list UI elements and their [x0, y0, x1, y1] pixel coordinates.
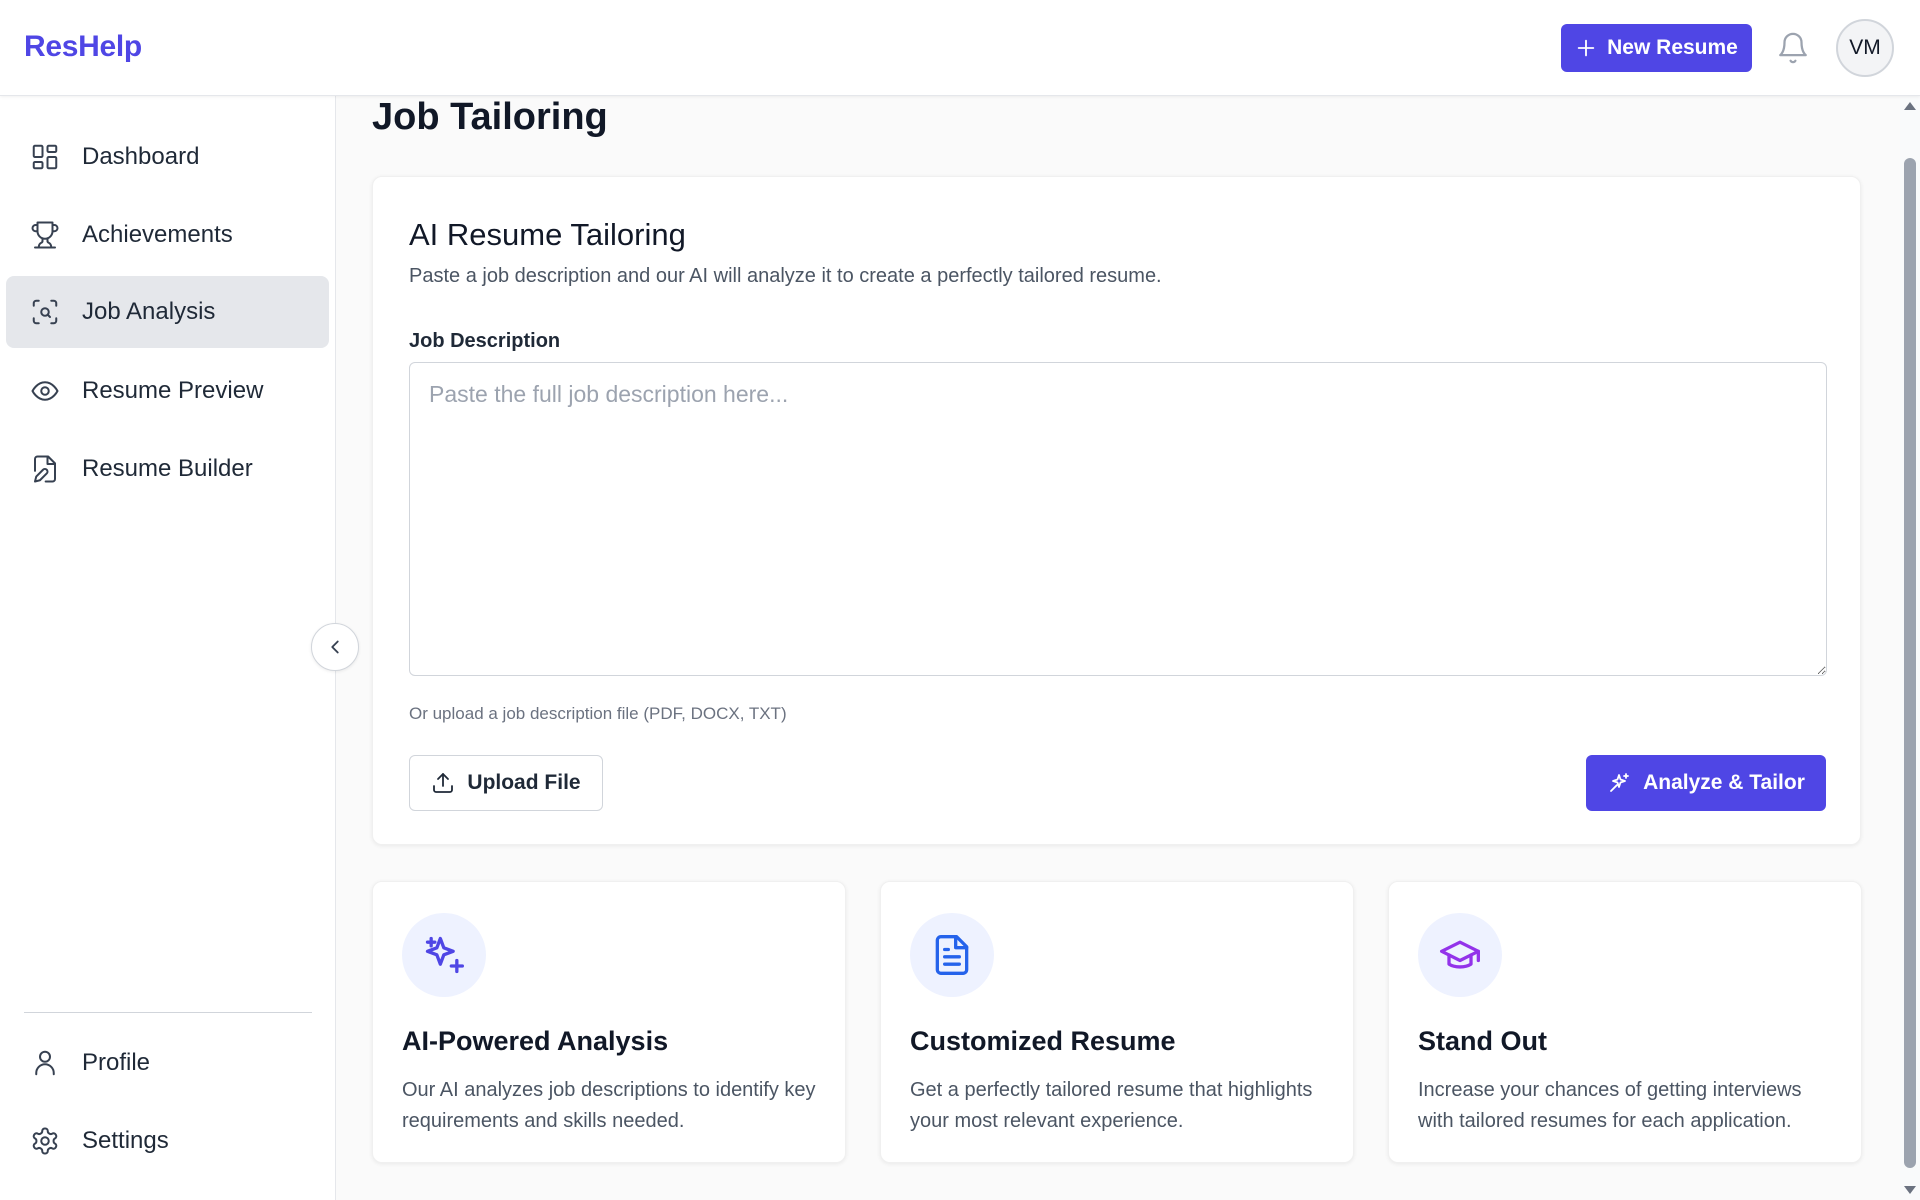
new-resume-label: New Resume: [1607, 36, 1738, 59]
feature-title: AI-Powered Analysis: [402, 1026, 669, 1056]
feature-card-stand-out: Stand Out Increase your chances of getti…: [1388, 881, 1862, 1163]
sparkles-icon: [1610, 773, 1629, 792]
scroll-up-arrow[interactable]: [1904, 102, 1916, 110]
sidebar-item-label: Resume Builder: [82, 455, 253, 482]
page-title: Job Tailoring: [372, 96, 608, 138]
job-description-input[interactable]: [409, 362, 1827, 676]
analyze-tailor-label: Analyze & Tailor: [1643, 771, 1805, 794]
upload-file-button[interactable]: Upload File: [409, 755, 603, 811]
document-icon: [935, 935, 969, 975]
feature-card-customized-resume: Customized Resume Get a perfectly tailor…: [880, 881, 1354, 1163]
sidebar-item-label: Achievements: [82, 221, 233, 248]
feature-description: Our AI analyzes job descriptions to iden…: [402, 1079, 816, 1132]
dashboard-grid-icon: [32, 144, 58, 170]
user-icon: [35, 1050, 55, 1076]
sidebar: Dashboard Achievements Job Analysis Resu…: [0, 96, 336, 1200]
feature-description: Get a perfectly tailored resume that hig…: [910, 1079, 1313, 1132]
top-header: ResHelp New Resume VM: [0, 0, 1920, 96]
feature-title: Stand Out: [1418, 1026, 1547, 1056]
feature-icon-wrap: [910, 913, 994, 997]
sidebar-item-resume-preview[interactable]: Resume Preview: [6, 355, 329, 427]
chevron-left-icon: [331, 640, 339, 654]
file-edit-icon: [34, 455, 56, 483]
feature-description: Increase your chances of getting intervi…: [1418, 1079, 1802, 1132]
eye-icon: [31, 381, 59, 401]
tailoring-card: AI Resume Tailoring Paste a job descript…: [372, 176, 1861, 845]
scan-search-icon: [32, 299, 58, 325]
sidebar-item-achievements[interactable]: Achievements: [6, 199, 329, 271]
sidebar-item-label: Settings: [82, 1127, 169, 1154]
gear-icon: [32, 1127, 58, 1155]
sidebar-divider: [24, 1012, 312, 1013]
feature-title: Customized Resume: [910, 1026, 1176, 1056]
graduation-cap-icon: [1440, 940, 1480, 969]
new-resume-button[interactable]: New Resume: [1561, 24, 1752, 72]
notifications-button[interactable]: [1776, 30, 1810, 66]
analyze-tailor-button[interactable]: Analyze & Tailor: [1586, 755, 1826, 811]
job-description-label: Job Description: [409, 330, 561, 352]
page-scrollbar[interactable]: [1900, 96, 1920, 1200]
card-title: AI Resume Tailoring: [409, 217, 686, 252]
trophy-icon: [31, 221, 59, 249]
sidebar-item-profile[interactable]: Profile: [6, 1027, 329, 1099]
feature-icon-wrap: [1418, 913, 1502, 997]
sidebar-item-settings[interactable]: Settings: [6, 1105, 329, 1177]
sidebar-item-dashboard[interactable]: Dashboard: [6, 121, 329, 193]
upload-hint: Or upload a job description file (PDF, D…: [409, 704, 787, 723]
upload-file-label: Upload File: [467, 771, 581, 794]
sidebar-item-label: Profile: [82, 1049, 151, 1076]
feature-icon-wrap: [402, 913, 486, 997]
user-avatar[interactable]: VM: [1836, 19, 1894, 77]
sidebar-item-job-analysis[interactable]: Job Analysis: [6, 276, 329, 348]
scroll-down-arrow[interactable]: [1904, 1186, 1916, 1194]
plus-icon: [1577, 39, 1595, 57]
feature-card-ai-analysis: AI-Powered Analysis Our AI analyzes job …: [372, 881, 846, 1163]
sidebar-item-label: Job Analysis: [82, 298, 216, 325]
collapse-sidebar-button[interactable]: [311, 623, 359, 671]
scroll-thumb[interactable]: [1904, 158, 1916, 1168]
card-subtitle: Paste a job description and our AI will …: [409, 265, 1162, 287]
bell-icon: [1779, 32, 1807, 64]
sidebar-item-resume-builder[interactable]: Resume Builder: [6, 433, 329, 505]
sparkles-icon: [425, 936, 464, 974]
sidebar-item-label: Resume Preview: [82, 377, 264, 404]
upload-icon: [433, 773, 454, 793]
app-logo[interactable]: ResHelp: [24, 30, 142, 64]
sidebar-item-label: Dashboard: [82, 143, 200, 170]
